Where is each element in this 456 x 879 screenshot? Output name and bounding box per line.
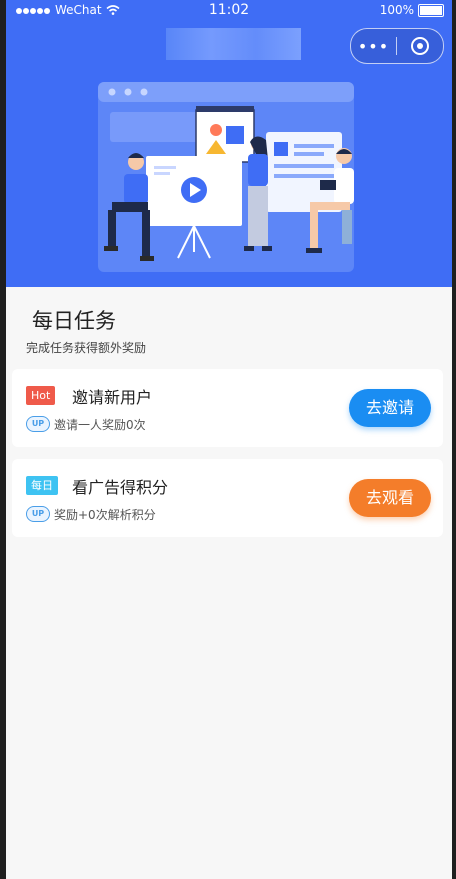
presentation-illustration	[98, 82, 354, 272]
daily-tag: 每日	[26, 476, 58, 495]
close-button[interactable]	[397, 37, 442, 55]
invite-button[interactable]: 去邀请	[349, 389, 431, 427]
battery-icon	[418, 3, 444, 17]
section-title: 每日任务	[32, 309, 116, 333]
task-title: 邀请新用户	[72, 388, 153, 407]
task-card-invite: Hot 邀请新用户 UP 邀请一人奖励0次 去邀请	[12, 369, 443, 447]
close-icon	[410, 37, 429, 55]
device-frame-right	[452, 0, 456, 879]
battery-percent: 100%	[379, 3, 414, 17]
hero-banner: WeChat 11:02 100% •••	[6, 0, 452, 287]
hot-tag: Hot	[26, 386, 56, 405]
task-description: 邀请一人奖励0次	[54, 418, 146, 432]
section-subtitle: 完成任务获得额外奖励	[26, 341, 147, 355]
miniprogram-capsule: •••	[350, 28, 444, 64]
page-title-blurred	[166, 28, 301, 60]
status-bar: WeChat 11:02 100%	[6, 0, 452, 22]
up-badge-icon: UP	[26, 506, 50, 522]
more-menu-button[interactable]: •••	[351, 37, 396, 56]
task-title: 看广告得积分	[72, 478, 169, 497]
up-badge-icon: UP	[26, 416, 50, 432]
watch-ad-button[interactable]: 去观看	[349, 479, 431, 517]
task-card-watch-ad: 每日 看广告得积分 UP 奖励+0次解析积分 去观看	[12, 459, 443, 537]
task-description: 奖励+0次解析积分	[54, 508, 156, 522]
